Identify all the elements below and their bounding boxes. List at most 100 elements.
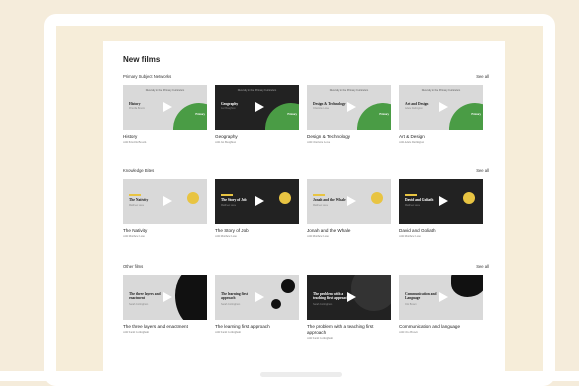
- film-card[interactable]: Diversity in the Primary Curriculum Hist…: [123, 85, 207, 144]
- green-circle-graphic: [173, 103, 207, 130]
- film-subtitle: with Matthew Lane: [307, 235, 329, 239]
- film-thumbnail[interactable]: Diversity in the Primary Curriculum Desi…: [307, 85, 391, 130]
- film-thumbnail[interactable]: Diversity in the Primary Curriculum Hist…: [123, 85, 207, 130]
- film-thumbnail[interactable]: The Story of Job Matthew Lane: [215, 179, 299, 224]
- film-title[interactable]: Geography: [215, 134, 299, 140]
- play-icon[interactable]: [439, 102, 448, 112]
- film-thumbnail[interactable]: The learning first approach Sarah Cottin…: [215, 275, 299, 320]
- film-subtitle: with Matthew Lane: [123, 235, 145, 239]
- thumb-title: David and Goliath: [405, 198, 434, 202]
- abstract-shape-graphic: [451, 275, 483, 297]
- thumb-presenter: Jez Boughton: [221, 107, 236, 110]
- film-thumbnail[interactable]: Diversity in the Primary Curriculum Art …: [399, 85, 483, 130]
- thumb-presenter: Sarah Cottingham: [221, 303, 241, 306]
- film-card[interactable]: The Nativity Matthew Lane The Nativity w…: [123, 179, 207, 238]
- primary-badge: Primary: [287, 113, 297, 116]
- film-thumbnail[interactable]: The three layers and enactment Sarah Cot…: [123, 275, 207, 320]
- film-title[interactable]: The Nativity: [123, 228, 207, 234]
- yellow-tag-graphic: [313, 194, 325, 196]
- yellow-tag-graphic: [405, 194, 417, 196]
- thumb-series: Diversity in the Primary Curriculum: [237, 89, 277, 92]
- thumb-series: Diversity in the Primary Curriculum: [421, 89, 461, 92]
- film-title[interactable]: Design & Technology: [307, 134, 391, 140]
- knowledge-bites-sticker: [187, 192, 199, 204]
- see-all-link-other-films[interactable]: See all: [476, 264, 489, 269]
- play-icon[interactable]: [255, 292, 264, 302]
- film-subtitle: with Adele Darlington: [399, 141, 425, 145]
- thumb-presenter: Sarah Cottingham: [313, 303, 333, 306]
- film-thumbnail[interactable]: Diversity in the Primary Curriculum Geog…: [215, 85, 299, 130]
- play-icon[interactable]: [439, 196, 448, 206]
- thumb-presenter: Priscilla Broom: [129, 107, 145, 110]
- thumb-title: Geography: [221, 102, 239, 106]
- play-icon[interactable]: [163, 196, 172, 206]
- play-icon[interactable]: [347, 102, 356, 112]
- thumb-presenter: Clio Brown: [405, 303, 417, 306]
- film-card[interactable]: Diversity in the Primary Curriculum Geog…: [215, 85, 299, 144]
- film-title[interactable]: Communication and language: [399, 324, 483, 330]
- film-title[interactable]: The learning first approach: [215, 324, 299, 330]
- thumb-presenter: Charlotte Lowe: [313, 107, 330, 110]
- film-subtitle: with Jez Boughton: [215, 141, 236, 145]
- film-subtitle: with Sarah Cottingham: [307, 337, 333, 341]
- film-title[interactable]: History: [123, 134, 207, 140]
- thumb-presenter: Matthew Lane: [221, 204, 237, 207]
- thumb-presenter: Matthew Lane: [313, 204, 329, 207]
- film-title[interactable]: Jonah and the Whale: [307, 228, 391, 234]
- section-title-primary-subject-networks: Primary Subject Networks: [123, 74, 172, 79]
- thumb-title: The problem with a teaching first approa…: [313, 292, 349, 300]
- thumb-title: Art and Design: [405, 102, 429, 106]
- film-card[interactable]: The learning first approach Sarah Cottin…: [215, 275, 299, 334]
- thumb-presenter: Sarah Cottingham: [129, 303, 149, 306]
- see-all-link-knowledge-bites[interactable]: See all: [476, 168, 489, 173]
- play-icon[interactable]: [347, 196, 356, 206]
- film-title[interactable]: David and Goliath: [399, 228, 483, 234]
- film-card[interactable]: Communication and Language Clio Brown Co…: [399, 275, 483, 334]
- yellow-tag-graphic: [129, 194, 141, 196]
- thumb-title: History: [129, 102, 141, 106]
- film-subtitle: with Clio Brown: [399, 331, 418, 335]
- film-thumbnail[interactable]: The Nativity Matthew Lane: [123, 179, 207, 224]
- page-title: New films: [123, 55, 161, 64]
- film-thumbnail[interactable]: The problem with a teaching first approa…: [307, 275, 391, 320]
- film-card[interactable]: The Story of Job Matthew Lane The Story …: [215, 179, 299, 238]
- play-icon[interactable]: [255, 102, 264, 112]
- film-card[interactable]: The three layers and enactment Sarah Cot…: [123, 275, 207, 334]
- thumb-presenter: Matthew Lane: [405, 204, 421, 207]
- knowledge-bites-sticker: [463, 192, 475, 204]
- film-card[interactable]: Diversity in the Primary Curriculum Art …: [399, 85, 483, 144]
- film-card[interactable]: Diversity in the Primary Curriculum Desi…: [307, 85, 391, 144]
- film-subtitle: with Matthew Lane: [399, 235, 421, 239]
- film-thumbnail[interactable]: David and Goliath Matthew Lane: [399, 179, 483, 224]
- knowledge-bites-sticker: [371, 192, 383, 204]
- abstract-shape-graphic: [281, 279, 295, 293]
- film-card[interactable]: The problem with a teaching first approa…: [307, 275, 391, 340]
- play-icon[interactable]: [163, 102, 172, 112]
- thumb-series: Diversity in the Primary Curriculum: [145, 89, 185, 92]
- film-subtitle: with Priscilla Broom: [123, 141, 147, 145]
- film-title[interactable]: The Story of Job: [215, 228, 299, 234]
- film-thumbnail[interactable]: Jonah and the Whale Matthew Lane: [307, 179, 391, 224]
- film-subtitle: with Matthew Lane: [215, 235, 237, 239]
- green-circle-graphic: [357, 103, 391, 130]
- play-icon[interactable]: [439, 292, 448, 302]
- primary-badge: Primary: [195, 113, 205, 116]
- film-title[interactable]: The problem with a teaching first approa…: [307, 324, 391, 336]
- green-circle-graphic: [449, 103, 483, 130]
- play-icon[interactable]: [163, 292, 172, 302]
- film-title[interactable]: Art & Design: [399, 134, 483, 140]
- play-icon[interactable]: [347, 292, 356, 302]
- section-title-other-films: Other films: [123, 264, 144, 269]
- film-thumbnail[interactable]: Communication and Language Clio Brown: [399, 275, 483, 320]
- abstract-shape-graphic: [351, 275, 391, 311]
- primary-badge: Primary: [471, 113, 481, 116]
- see-all-link-primary[interactable]: See all: [476, 74, 489, 79]
- film-card[interactable]: Jonah and the Whale Matthew Lane Jonah a…: [307, 179, 391, 238]
- content-panel: New films Primary Subject Networks See a…: [103, 41, 505, 371]
- laptop-notch: [260, 372, 342, 377]
- film-card[interactable]: David and Goliath Matthew Lane David and…: [399, 179, 483, 238]
- play-icon[interactable]: [255, 196, 264, 206]
- thumb-title: The learning first approach: [221, 292, 248, 300]
- primary-badge: Primary: [379, 113, 389, 116]
- film-title[interactable]: The three layers and enactment: [123, 324, 207, 330]
